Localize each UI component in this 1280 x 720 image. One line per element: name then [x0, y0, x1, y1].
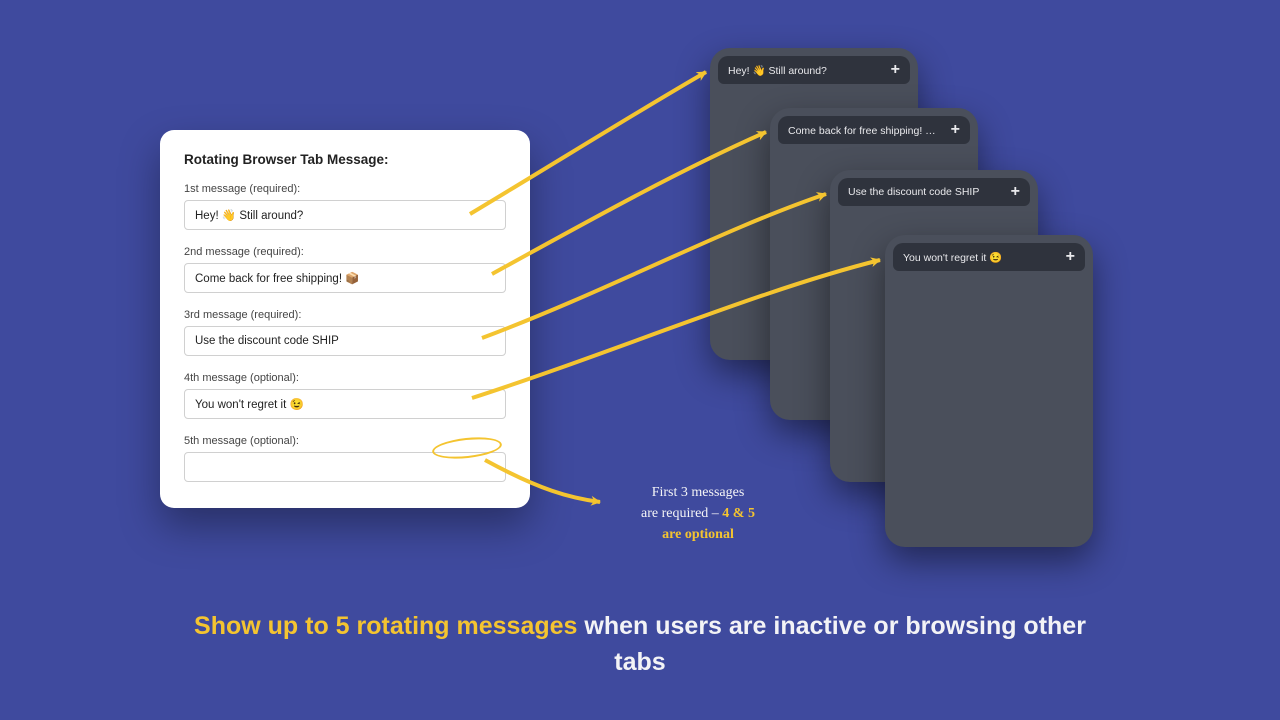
- msg-1-input[interactable]: [184, 200, 506, 230]
- info-note: First 3 messages are required – 4 & 5 ar…: [608, 482, 788, 545]
- new-tab-icon[interactable]: +: [1066, 249, 1075, 265]
- field-label: 1st message (required):: [184, 183, 506, 195]
- headline: Show up to 5 rotating messages when user…: [0, 608, 1280, 681]
- tab-title: Use the discount code SHIP: [848, 186, 979, 198]
- form-title: Rotating Browser Tab Message:: [184, 152, 506, 167]
- msg-5-input[interactable]: [184, 452, 506, 482]
- field-msg-4: 4th message (optional):: [184, 372, 506, 419]
- msg-3-input[interactable]: [184, 326, 506, 356]
- field-label: 2nd message (required):: [184, 246, 506, 258]
- tab-title: Hey! 👋 Still around?: [728, 64, 827, 77]
- msg-4-input[interactable]: [184, 389, 506, 419]
- new-tab-icon[interactable]: +: [951, 122, 960, 138]
- tab-title: Come back for free shipping! 📦: [788, 124, 938, 137]
- field-label: 5th message (optional):: [184, 435, 506, 447]
- note-highlight: are optional: [662, 527, 734, 542]
- note-text: First 3 messages: [652, 485, 745, 500]
- browser-tab: Hey! 👋 Still around? +: [718, 56, 910, 84]
- headline-rest: when users are inactive or browsing othe…: [584, 612, 1086, 676]
- headline-emphasis: Show up to 5 rotating messages: [194, 612, 584, 640]
- new-tab-icon[interactable]: +: [891, 62, 900, 78]
- field-label: 3rd message (required):: [184, 309, 506, 321]
- field-msg-5: 5th message (optional):: [184, 435, 506, 482]
- phone-preview-4: You won't regret it 😉 +: [885, 235, 1093, 547]
- note-text: are required –: [641, 506, 722, 521]
- field-msg-1: 1st message (required):: [184, 183, 506, 230]
- tab-title: You won't regret it 😉: [903, 251, 1002, 264]
- new-tab-icon[interactable]: +: [1011, 184, 1020, 200]
- settings-form-card: Rotating Browser Tab Message: 1st messag…: [160, 130, 530, 508]
- browser-tab: Use the discount code SHIP +: [838, 178, 1030, 206]
- msg-2-input[interactable]: [184, 263, 506, 293]
- note-highlight: 4 & 5: [722, 506, 755, 521]
- browser-tab: Come back for free shipping! 📦 +: [778, 116, 970, 144]
- field-msg-2: 2nd message (required):: [184, 246, 506, 293]
- browser-tab: You won't regret it 😉 +: [893, 243, 1085, 271]
- field-label: 4th message (optional):: [184, 372, 506, 384]
- field-msg-3: 3rd message (required):: [184, 309, 506, 356]
